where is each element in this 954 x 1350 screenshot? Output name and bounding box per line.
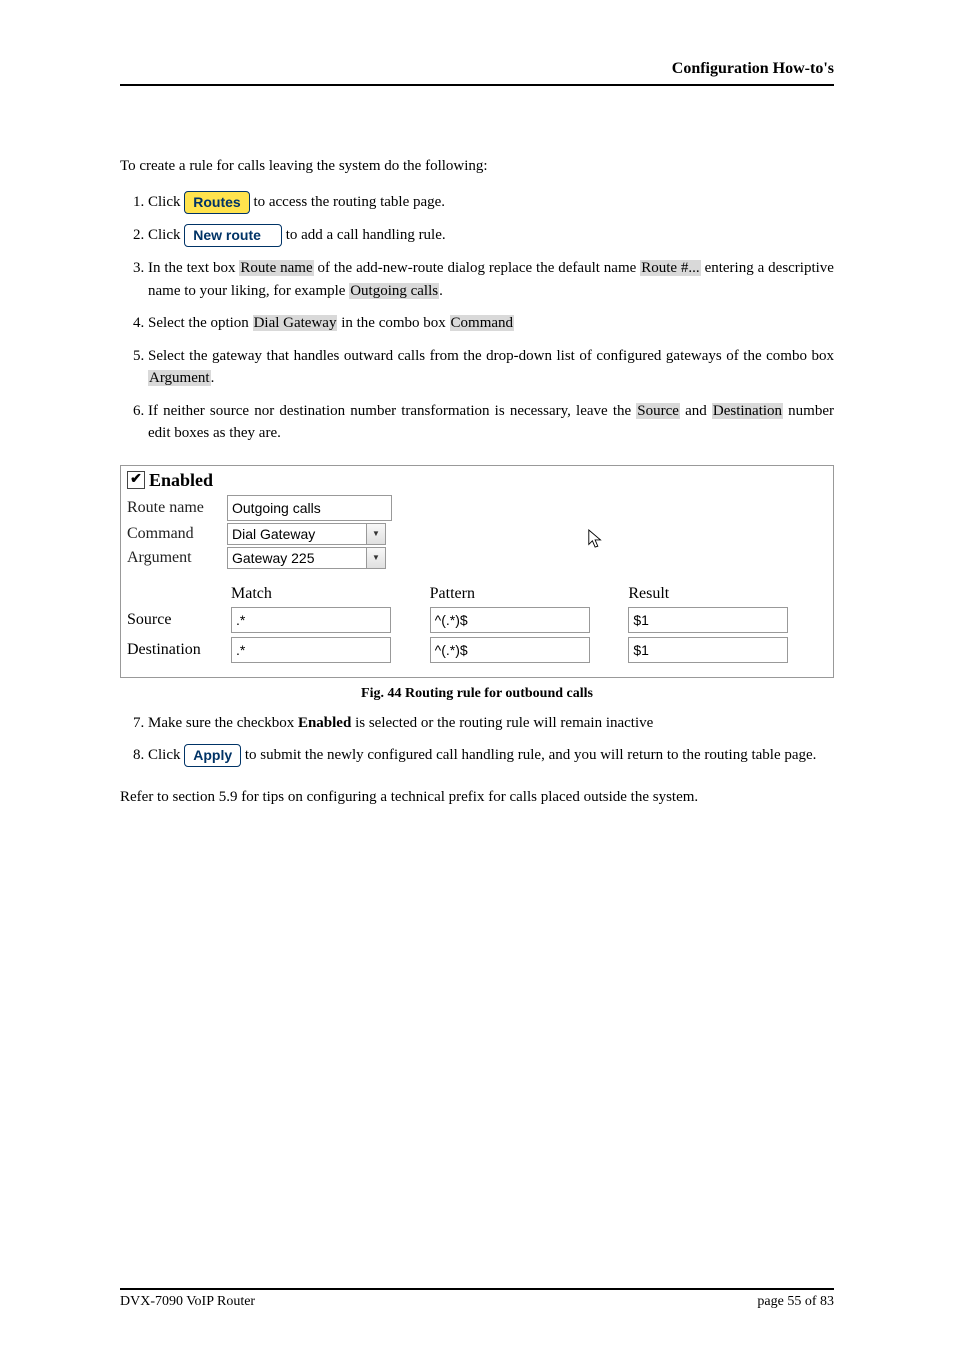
route-name-input[interactable] (227, 495, 392, 521)
step-8-a: Click (148, 747, 184, 763)
step-4-cmd: Command (450, 315, 515, 331)
step-5-b: . (211, 370, 215, 386)
enabled-label: Enabled (149, 470, 213, 491)
figure-44: ✔ Enabled Route name Command Dial Gatewa… (120, 465, 834, 678)
page-header: Configuration How-to's (120, 60, 834, 84)
footer-rule (120, 1288, 834, 1290)
argument-label: Argument (127, 547, 227, 569)
dest-result-input[interactable] (628, 637, 788, 663)
footer-right: page 55 of 83 (757, 1294, 834, 1310)
step-7-enabled: Enabled (298, 715, 351, 731)
step-8-b: to submit the newly configured call hand… (245, 747, 817, 763)
step-1: Click Routes to access the routing table… (148, 191, 834, 214)
step-3-a: In the text box (148, 260, 239, 276)
step-4-a: Select the option (148, 315, 253, 331)
argument-select[interactable]: Gateway 225 ▼ (227, 547, 386, 569)
step-6-b: and (680, 403, 712, 419)
source-match-input[interactable] (231, 607, 391, 633)
argument-value: Gateway 225 (228, 550, 366, 566)
row-dest-label: Destination (127, 637, 231, 667)
step-4-b: in the combo box (337, 315, 449, 331)
step-6-dest: Destination (712, 403, 783, 419)
header-rule (120, 84, 834, 86)
step-3-outgoing: Outgoing calls (349, 283, 439, 299)
source-pattern-input[interactable] (430, 607, 590, 633)
new-route-button[interactable]: New route (184, 224, 282, 247)
step-7: Make sure the checkbox Enabled is select… (148, 712, 834, 735)
intro-text: To create a rule for calls leaving the s… (120, 156, 834, 177)
step-6-a: If neither source nor destination number… (148, 403, 636, 419)
command-label: Command (127, 523, 227, 545)
figure-caption: Fig. 44 Routing rule for outbound calls (120, 686, 834, 702)
routes-button[interactable]: Routes (184, 191, 249, 214)
command-value: Dial Gateway (228, 526, 366, 542)
command-select[interactable]: Dial Gateway ▼ (227, 523, 386, 545)
enabled-checkbox[interactable]: ✔ (127, 471, 145, 489)
step-6: If neither source nor destination number… (148, 400, 834, 445)
step-3-d: . (439, 283, 443, 299)
steps-list-cont: Make sure the checkbox Enabled is select… (120, 712, 834, 768)
table-row: Destination (127, 637, 827, 667)
step-3-b: of the add-new-route dialog replace the … (314, 260, 641, 276)
step-4-dial: Dial Gateway (253, 315, 338, 331)
step-5: Select the gateway that handles outward … (148, 345, 834, 390)
step-5-a: Select the gateway that handles outward … (148, 348, 834, 364)
route-name-label: Route name (127, 497, 227, 519)
chevron-down-icon: ▼ (366, 524, 385, 544)
step-3: In the text box Route name of the add-ne… (148, 257, 834, 302)
step-4: Select the option Dial Gateway in the co… (148, 312, 834, 335)
page-footer: DVX-7090 VoIP Router page 55 of 83 (120, 1288, 834, 1310)
pattern-table: Match Pattern Result Source Destination (127, 581, 827, 667)
step-5-arg: Argument (148, 370, 211, 386)
step-8: Click Apply to submit the newly configur… (148, 744, 834, 767)
step-7-a: Make sure the checkbox (148, 715, 298, 731)
step-3-routenum: Route #... (640, 260, 700, 276)
footer-left: DVX-7090 VoIP Router (120, 1294, 255, 1310)
step-1-text-b: to access the routing table page. (253, 194, 445, 210)
col-result: Result (628, 581, 827, 607)
step-3-routename: Route name (239, 260, 313, 276)
step-2-text-a: Click (148, 227, 184, 243)
step-6-src: Source (636, 403, 680, 419)
steps-list: Click Routes to access the routing table… (120, 191, 834, 445)
table-row: Source (127, 607, 827, 637)
col-match: Match (231, 581, 430, 607)
source-result-input[interactable] (628, 607, 788, 633)
step-7-b: is selected or the routing rule will rem… (351, 715, 653, 731)
apply-button[interactable]: Apply (184, 744, 241, 767)
dest-match-input[interactable] (231, 637, 391, 663)
closing-text: Refer to section 5.9 for tips on configu… (120, 787, 834, 808)
row-source-label: Source (127, 607, 231, 637)
chevron-down-icon: ▼ (366, 548, 385, 568)
col-pattern: Pattern (430, 581, 629, 607)
step-2: Click New route to add a call handling r… (148, 224, 834, 247)
step-1-text-a: Click (148, 194, 184, 210)
dest-pattern-input[interactable] (430, 637, 590, 663)
step-2-text-b: to add a call handling rule. (286, 227, 446, 243)
